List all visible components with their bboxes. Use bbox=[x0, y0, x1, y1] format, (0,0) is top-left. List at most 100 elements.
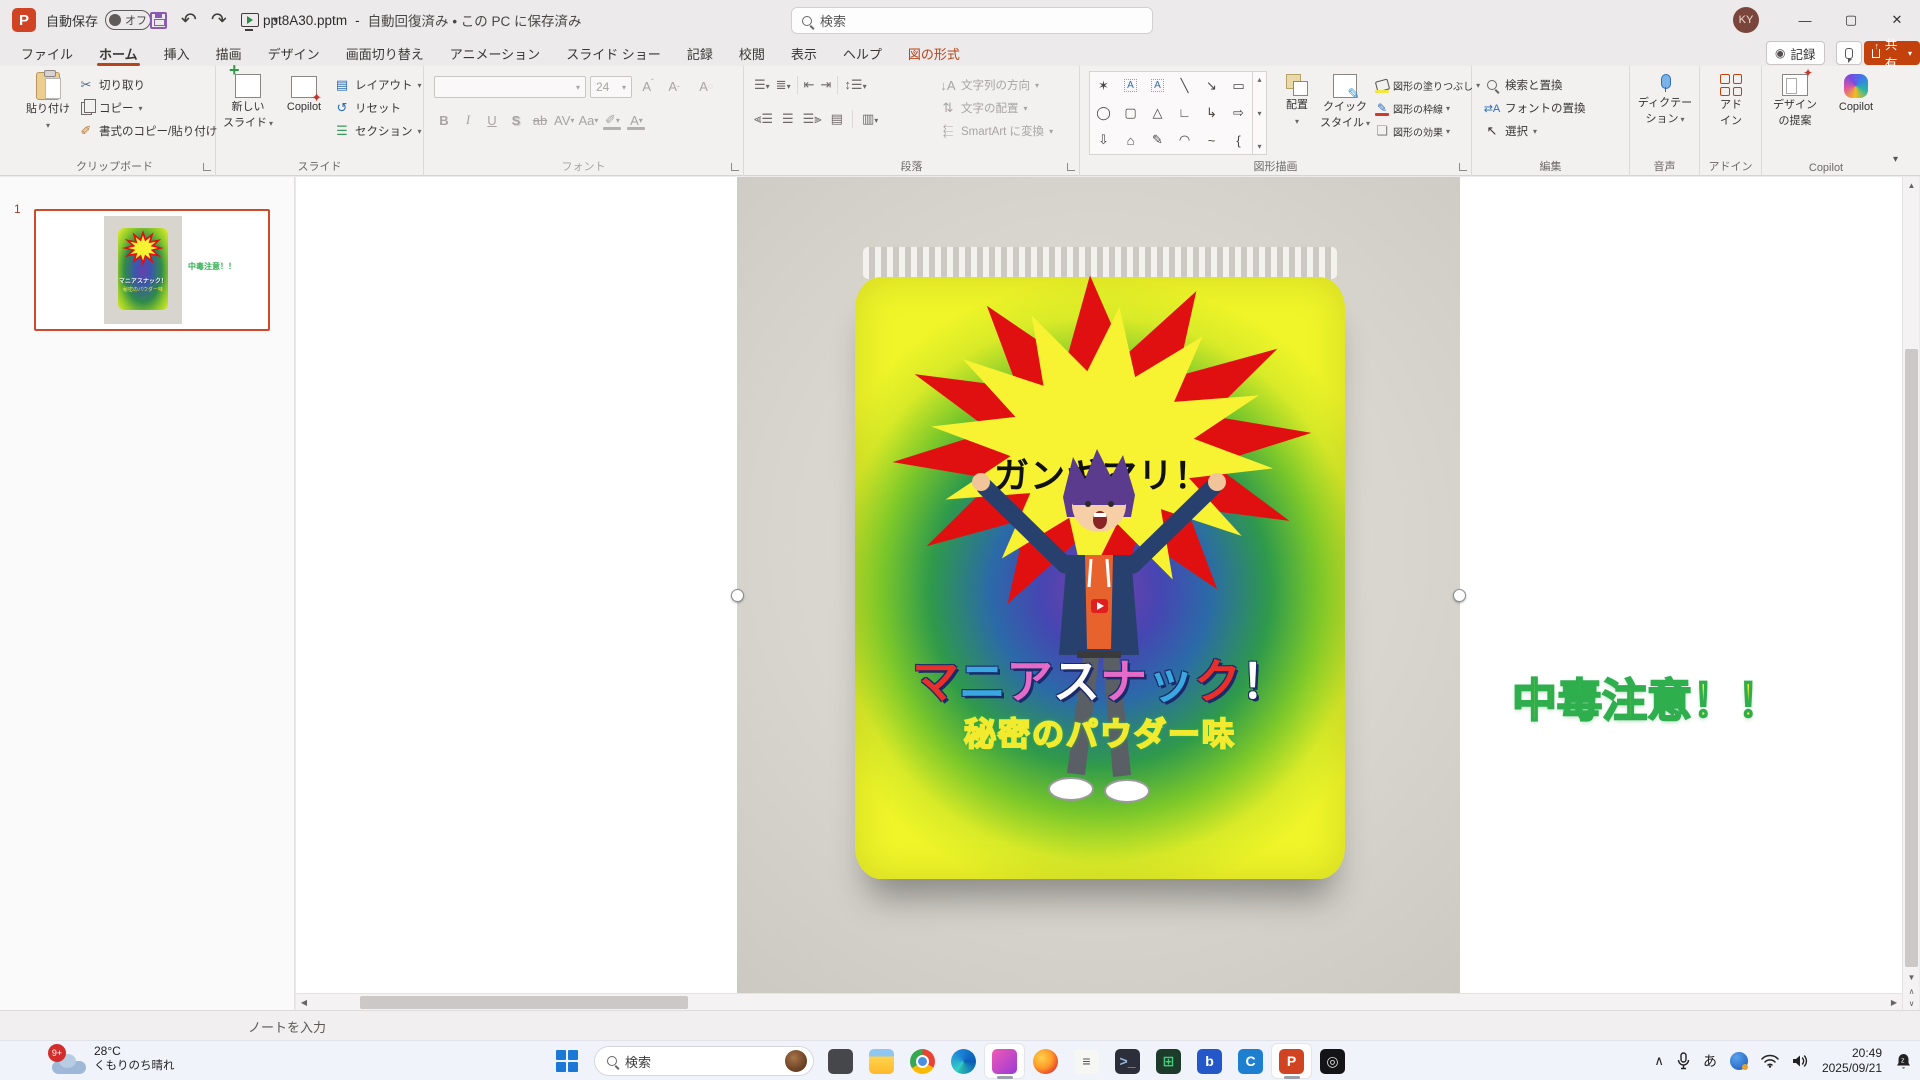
shape-option[interactable]: A bbox=[1124, 79, 1137, 92]
taskbar-edge[interactable] bbox=[943, 1043, 984, 1079]
selection-handle-right[interactable] bbox=[1453, 589, 1466, 602]
tab-記録[interactable]: 記録 bbox=[674, 40, 726, 66]
shape-option[interactable]: ↳ bbox=[1206, 105, 1217, 121]
redo-icon[interactable]: ↷ bbox=[211, 9, 227, 32]
notes-placeholder[interactable]: ノートを入力 bbox=[248, 1011, 326, 1041]
format-painter-button[interactable]: ✐書式のコピー/貼り付け bbox=[78, 121, 217, 141]
tab-表示[interactable]: 表示 bbox=[778, 40, 830, 66]
tab-校閲[interactable]: 校閲 bbox=[726, 40, 778, 66]
share-button[interactable]: 共有 ▾ bbox=[1864, 41, 1920, 65]
shape-option[interactable]: ╲ bbox=[1181, 78, 1189, 94]
tray-microphone-icon[interactable] bbox=[1677, 1052, 1690, 1070]
slide-thumbnail[interactable]: マニアスナック！ 秘密のパウダー味 中毒注意！！ bbox=[34, 209, 270, 331]
font-color-button[interactable]: A▾ bbox=[626, 110, 646, 130]
ime-indicator[interactable]: あ bbox=[1703, 1051, 1717, 1071]
taskbar-file-explorer[interactable] bbox=[861, 1043, 902, 1079]
scroll-left-icon[interactable]: ◀ bbox=[296, 994, 312, 1011]
shape-option[interactable]: ~ bbox=[1208, 133, 1216, 148]
taskbar-search-box[interactable]: 検索 bbox=[594, 1046, 814, 1076]
copilot-slides-button[interactable]: Copilot bbox=[278, 76, 330, 114]
vertical-scroll-thumb[interactable] bbox=[1905, 349, 1918, 967]
dictate-button[interactable]: ディクテー ション▾ bbox=[1634, 74, 1696, 126]
user-avatar[interactable]: KY bbox=[1733, 7, 1759, 33]
copilot-button[interactable]: Copilot bbox=[1828, 74, 1884, 114]
justify-button[interactable]: ▤ bbox=[831, 111, 843, 127]
shape-option[interactable]: ◯ bbox=[1096, 105, 1111, 121]
taskbar-chrome[interactable] bbox=[902, 1043, 943, 1079]
font-name-combobox[interactable]: ▾ bbox=[434, 76, 586, 98]
clipboard-dialog-launcher[interactable] bbox=[203, 163, 211, 171]
character-spacing-button[interactable]: AV▾ bbox=[554, 110, 574, 130]
tab-アニメーション[interactable]: アニメーション bbox=[437, 40, 553, 66]
shape-option[interactable]: ⌂ bbox=[1127, 133, 1135, 148]
shape-option[interactable]: ▭ bbox=[1232, 78, 1244, 94]
designer-button[interactable]: デザイン の提案 bbox=[1766, 74, 1824, 128]
shape-option[interactable]: ◠ bbox=[1179, 132, 1190, 148]
shape-option[interactable]: ✶ bbox=[1098, 78, 1109, 94]
align-center-button[interactable]: ☰ bbox=[782, 111, 794, 127]
tab-ファイル[interactable]: ファイル bbox=[8, 40, 86, 66]
convert-smartart-button[interactable]: ⬱SmartArt に変換▾ bbox=[940, 121, 1053, 141]
font-dialog-launcher[interactable] bbox=[731, 163, 739, 171]
maximize-button[interactable]: ▢ bbox=[1828, 0, 1874, 40]
section-button[interactable]: ☰セクション▾ bbox=[334, 121, 422, 141]
start-slideshow-icon[interactable] bbox=[241, 13, 259, 27]
grow-font-button[interactable]: Aˆ bbox=[638, 76, 658, 96]
shape-option[interactable]: ∟ bbox=[1178, 105, 1191, 120]
autosave-control[interactable]: 自動保存 オフ bbox=[46, 0, 151, 40]
start-button[interactable] bbox=[556, 1050, 578, 1072]
clear-formatting-button[interactable]: A◌ bbox=[696, 76, 716, 96]
decrease-indent-button[interactable]: ⇤ bbox=[804, 77, 815, 93]
shape-option[interactable]: △ bbox=[1153, 105, 1163, 121]
autosave-toggle[interactable]: オフ bbox=[105, 10, 151, 30]
drawing-dialog-launcher[interactable] bbox=[1459, 163, 1467, 171]
notification-bell-icon[interactable]: z bbox=[1895, 1052, 1912, 1070]
shape-option[interactable]: ↘ bbox=[1206, 78, 1217, 94]
horizontal-scroll-thumb[interactable] bbox=[360, 996, 688, 1009]
paste-button[interactable]: 貼り付け ▾ bbox=[22, 72, 74, 132]
shape-option[interactable]: A bbox=[1151, 79, 1164, 92]
record-button[interactable]: ◉ 記録 bbox=[1766, 41, 1825, 65]
taskbar-weather-widget[interactable]: 9+ 28°C くもりのち晴れ bbox=[52, 1044, 175, 1074]
tab-ヘルプ[interactable]: ヘルプ bbox=[830, 40, 895, 66]
slide-side-text[interactable]: 中毒注意！！ bbox=[1512, 664, 1822, 729]
collapse-ribbon-chevron-icon[interactable]: ▾ bbox=[1893, 154, 1898, 165]
shapes-gallery-scroll[interactable]: ▴▾▾ bbox=[1253, 71, 1267, 155]
powerpoint-logo-icon[interactable]: P bbox=[12, 8, 36, 32]
select-button[interactable]: ↖選択▾ bbox=[1484, 121, 1586, 141]
scroll-right-icon[interactable]: ▶ bbox=[1886, 994, 1902, 1011]
replace-fonts-button[interactable]: ⇄Aフォントの置換 bbox=[1484, 98, 1586, 118]
addins-button[interactable]: アド イン bbox=[1708, 74, 1754, 128]
tab-図の形式[interactable]: 図の形式 bbox=[895, 40, 973, 66]
line-spacing-button[interactable]: ↕☰▾ bbox=[844, 77, 866, 93]
new-slide-button[interactable]: 新しい スライド▾ bbox=[222, 74, 274, 130]
taskbar-orange-ball-app[interactable] bbox=[1025, 1043, 1066, 1079]
save-icon[interactable] bbox=[150, 12, 167, 29]
text-direction-button[interactable]: ↓A文字列の方向▾ bbox=[940, 75, 1053, 95]
taskbar-blue-app[interactable]: b bbox=[1189, 1043, 1230, 1079]
reset-button[interactable]: ↺リセット bbox=[334, 98, 422, 118]
shrink-font-button[interactable]: Aˇ bbox=[664, 76, 684, 96]
selection-handle-left[interactable] bbox=[731, 589, 744, 602]
undo-icon[interactable]: ↶ bbox=[181, 9, 197, 32]
taskbar-powerpoint[interactable]: P bbox=[1271, 1043, 1312, 1079]
columns-button[interactable]: ▥▾ bbox=[862, 111, 878, 127]
tab-スライド ショー[interactable]: スライド ショー bbox=[553, 40, 674, 66]
strikethrough-button[interactable]: ab bbox=[530, 110, 550, 130]
hidden-icons-chevron-icon[interactable]: ∧ bbox=[1654, 1053, 1664, 1069]
comments-button[interactable] bbox=[1836, 41, 1862, 65]
align-left-button[interactable]: ⫷☰ bbox=[754, 111, 773, 127]
notes-bar[interactable]: ノートを入力 bbox=[0, 1010, 1920, 1040]
next-slide-icon[interactable]: ∨ bbox=[1903, 995, 1920, 1011]
align-right-button[interactable]: ☰⫸ bbox=[803, 111, 822, 127]
bullets-button[interactable]: ☰▾ bbox=[754, 77, 770, 93]
tab-挿入[interactable]: 挿入 bbox=[151, 40, 203, 66]
copy-button[interactable]: コピー▾ bbox=[78, 98, 217, 118]
taskbar-cyan-app[interactable]: C bbox=[1230, 1043, 1271, 1079]
shape-effects-button[interactable]: ❏図形の効果▾ bbox=[1374, 121, 1470, 141]
layout-button[interactable]: ▤レイアウト▾ bbox=[334, 75, 422, 95]
horizontal-scrollbar[interactable]: ◀ ▶ bbox=[296, 993, 1902, 1010]
taskbar-notes-app[interactable]: ≡ bbox=[1066, 1043, 1107, 1079]
volume-icon[interactable] bbox=[1792, 1054, 1809, 1068]
tab-ホーム[interactable]: ホーム bbox=[86, 40, 151, 66]
